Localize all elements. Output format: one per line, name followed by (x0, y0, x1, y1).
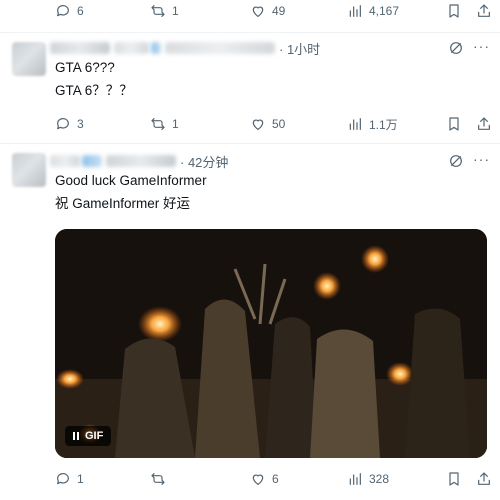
post-time[interactable]: · 1小时 (279, 39, 320, 58)
reply-button[interactable]: 6 (55, 0, 84, 22)
like-icon (252, 6, 264, 17)
gif-frame (55, 229, 487, 458)
views-count: 1.1万 (369, 117, 398, 132)
bookmark-icon (449, 117, 459, 131)
gif-media[interactable]: GIF (55, 229, 487, 458)
post-text-line: GTA 6??? (55, 60, 115, 75)
post-text-line: GTA 6？？？ (55, 83, 133, 98)
like-button[interactable]: 50 (250, 113, 285, 135)
share-button[interactable] (476, 468, 492, 490)
reply-count: 1 (77, 472, 84, 486)
bookmark-button[interactable] (446, 468, 462, 490)
reply-icon (57, 5, 69, 17)
post-header: · 1小时 (50, 39, 320, 57)
share-icon (478, 472, 490, 485)
retweet-count: 1 (172, 4, 179, 18)
views-button[interactable]: 1.1万 (347, 113, 398, 135)
views-icon (349, 473, 361, 485)
grok-icon[interactable] (448, 40, 464, 56)
retweet-button[interactable]: 1 (150, 113, 179, 135)
post-action-bar: 6 1 49 4,167 (0, 0, 500, 22)
reply-icon (57, 473, 69, 485)
views-button[interactable]: 4,167 (347, 0, 399, 22)
divider (0, 32, 500, 33)
views-icon (349, 5, 361, 17)
post-header: · 42分钟 (50, 152, 228, 170)
views-button[interactable]: 328 (347, 468, 389, 490)
bookmark-button[interactable] (446, 113, 462, 135)
post-time[interactable]: · 42分钟 (180, 152, 228, 171)
bookmark-icon (449, 4, 459, 18)
gif-label: GIF (85, 430, 104, 442)
handle-redacted[interactable] (106, 155, 176, 167)
retweet-button[interactable]: 1 (150, 0, 179, 22)
share-icon (478, 4, 490, 17)
more-icon[interactable]: ··· (473, 38, 490, 54)
like-icon (252, 119, 264, 130)
reply-icon (57, 118, 69, 130)
retweet-icon (151, 473, 165, 485)
like-count: 6 (272, 472, 279, 486)
retweet-count: 1 (172, 117, 179, 131)
post-action-bar: 1 6 328 (0, 468, 500, 490)
post-action-bar: 3 1 50 1.1万 (0, 113, 500, 135)
share-button[interactable] (476, 113, 492, 135)
display-name-redacted[interactable] (50, 42, 110, 54)
share-button[interactable] (476, 0, 492, 22)
post-text-line: 祝 GameInformer 好运 (55, 196, 191, 211)
share-icon (478, 117, 490, 130)
like-button[interactable]: 49 (250, 0, 285, 22)
reply-count: 3 (77, 117, 84, 131)
reply-button[interactable]: 1 (55, 468, 84, 490)
grok-icon[interactable] (448, 153, 464, 169)
views-count: 4,167 (369, 4, 400, 18)
like-count: 49 (272, 4, 286, 18)
like-count: 50 (272, 117, 286, 131)
views-icon (349, 118, 361, 130)
handle-redacted[interactable] (165, 42, 275, 54)
avatar[interactable] (12, 42, 46, 76)
avatar[interactable] (12, 153, 46, 187)
more-icon[interactable]: ··· (473, 151, 490, 167)
retweet-icon (151, 118, 165, 130)
post-text-line: Good luck GameInformer (55, 173, 207, 188)
bookmark-button[interactable] (446, 0, 462, 22)
like-button[interactable]: 6 (250, 468, 279, 490)
display-name-redacted (114, 42, 149, 54)
reply-count: 6 (77, 4, 84, 18)
divider (0, 143, 500, 144)
views-count: 328 (369, 472, 390, 486)
pause-icon (73, 432, 79, 440)
retweet-button[interactable] (150, 468, 172, 490)
reply-button[interactable]: 3 (55, 113, 84, 135)
verified-badge-redacted (151, 42, 161, 54)
retweet-icon (151, 5, 165, 17)
verified-badge-redacted (82, 155, 102, 167)
gif-badge[interactable]: GIF (65, 426, 112, 446)
display-name-redacted[interactable] (50, 155, 80, 167)
like-icon (252, 474, 264, 485)
bookmark-icon (449, 472, 459, 486)
